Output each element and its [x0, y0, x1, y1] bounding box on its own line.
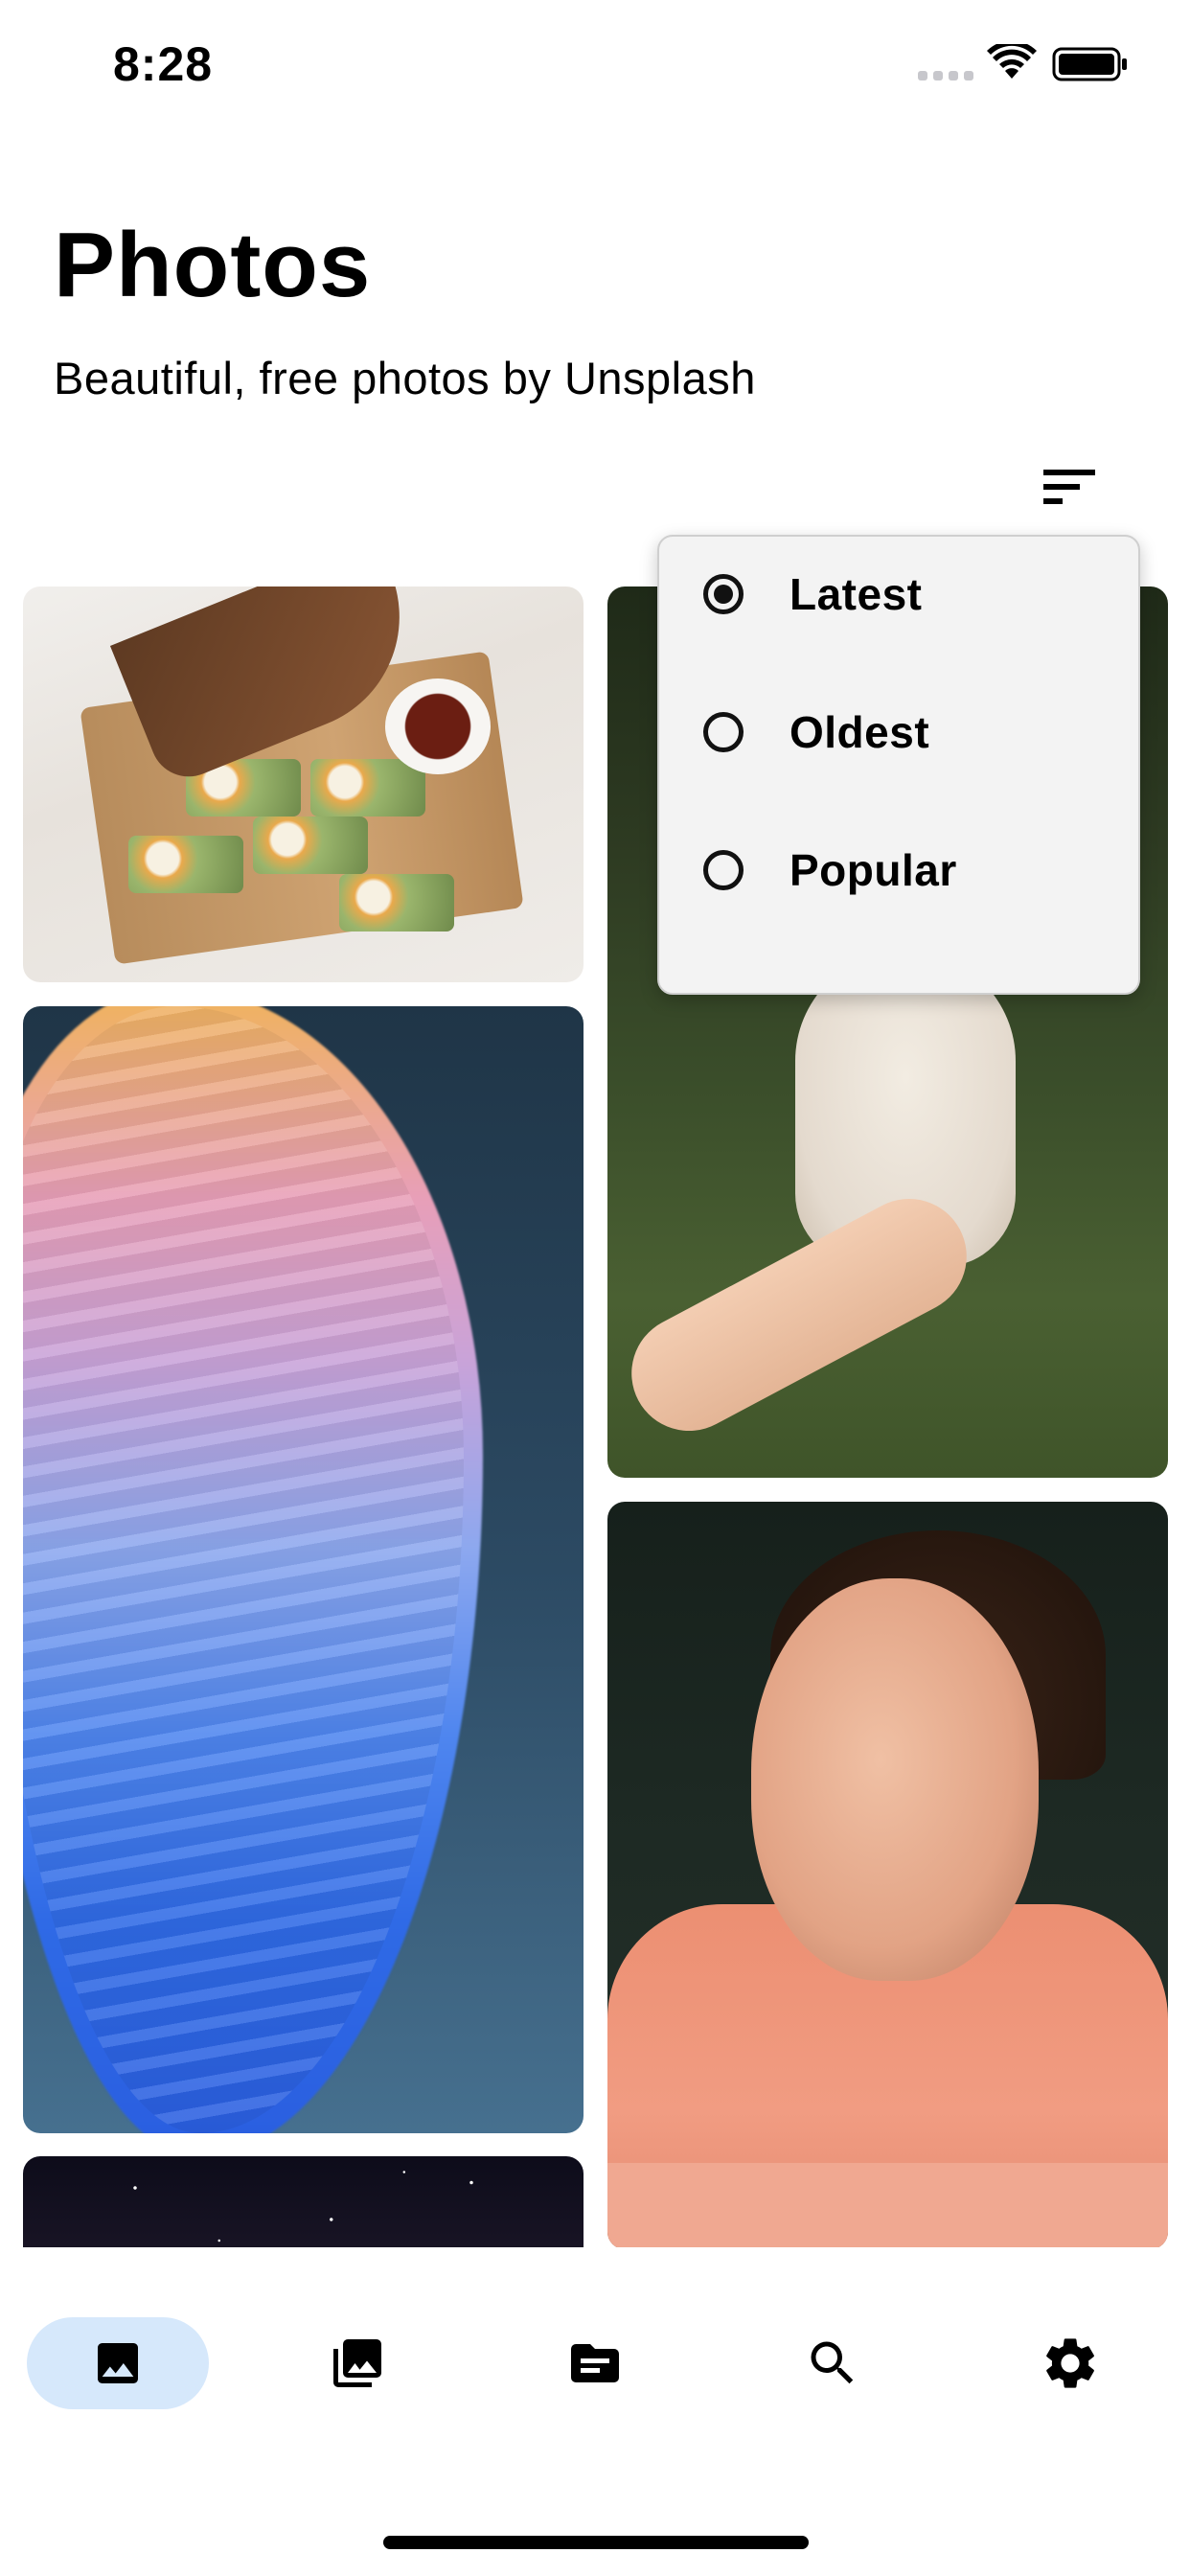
- radio-unselected-icon[interactable]: [703, 850, 744, 890]
- wifi-icon: [987, 44, 1037, 79]
- photo-card[interactable]: [23, 1006, 584, 2133]
- sort-option-latest[interactable]: Latest: [659, 537, 1138, 652]
- sort-option-label: Oldest: [790, 707, 930, 757]
- bottom-nav: [0, 2247, 1190, 2576]
- sort-icon: [1043, 470, 1095, 504]
- sort-option-label: Popular: [790, 845, 957, 895]
- nav-item-photos[interactable]: [27, 2317, 209, 2409]
- status-bar: 8:28: [0, 0, 1190, 134]
- page-subtitle: Beautiful, free photos by Unsplash: [54, 353, 756, 403]
- battery-icon: [1052, 47, 1127, 81]
- image-icon: [98, 2343, 138, 2383]
- nav-item-settings[interactable]: [979, 2317, 1161, 2409]
- folder-icon: [571, 2344, 619, 2382]
- page-title: Photos: [54, 214, 372, 316]
- gear-icon: [1046, 2338, 1094, 2388]
- nav-item-collections[interactable]: [266, 2317, 448, 2409]
- cellular-signal-icon: [918, 71, 973, 80]
- home-indicator[interactable]: [383, 2536, 809, 2549]
- photo-card[interactable]: [23, 2156, 584, 2262]
- radio-unselected-icon[interactable]: [703, 712, 744, 752]
- nav-item-files[interactable]: [504, 2317, 686, 2409]
- status-time: 8:28: [113, 37, 214, 91]
- photo-card[interactable]: [607, 1502, 1168, 2249]
- photo-card[interactable]: [23, 586, 584, 982]
- radio-selected-icon[interactable]: [703, 574, 744, 614]
- sort-option-label: Latest: [790, 569, 923, 619]
- nav-item-search[interactable]: [742, 2317, 924, 2409]
- sort-menu: Latest Oldest Popular: [657, 535, 1140, 995]
- sort-option-oldest[interactable]: Oldest: [659, 675, 1138, 790]
- photo-library-icon: [333, 2339, 381, 2387]
- sort-button[interactable]: [1033, 450, 1106, 523]
- search-icon: [811, 2341, 854, 2384]
- sort-option-popular[interactable]: Popular: [659, 813, 1138, 928]
